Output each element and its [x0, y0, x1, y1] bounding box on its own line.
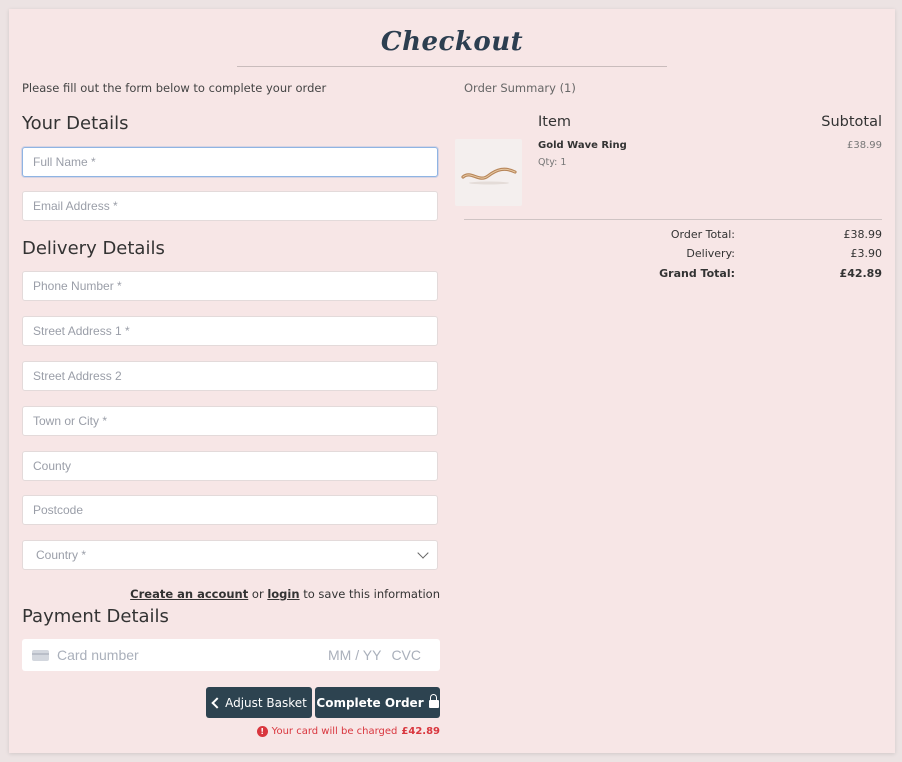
item-column-header: Item	[538, 114, 572, 130]
create-account-link[interactable]: Create an account	[130, 587, 248, 601]
charge-text: Your card will be charged	[271, 726, 398, 737]
complete-order-label: Complete Order	[316, 695, 424, 710]
credit-card-icon	[32, 649, 49, 661]
checkout-card: Checkout Please fill out the form below …	[9, 9, 895, 753]
charge-amount: £42.89	[401, 726, 440, 737]
chevron-down-icon	[417, 547, 429, 559]
country-select-value: Country *	[36, 548, 87, 562]
exclamation-icon: !	[256, 726, 268, 737]
page-title: Checkout	[380, 27, 524, 57]
street-address-1-field[interactable]	[22, 316, 438, 346]
grand-total-label: Grand Total:	[659, 267, 735, 280]
order-total-label: Order Total:	[670, 228, 735, 241]
ring-image	[461, 167, 517, 185]
charge-notice: ! Your card will be charged £42.89	[256, 726, 440, 737]
subtotal-column-header: Subtotal	[821, 114, 882, 130]
complete-order-button[interactable]: Complete Order	[315, 687, 440, 718]
intro-text: Please fill out the form below to comple…	[22, 81, 327, 95]
card-expiry-placeholder: MM / YY	[328, 647, 382, 663]
full-name-field[interactable]	[22, 147, 438, 177]
item-name: Gold Wave Ring	[538, 140, 627, 151]
card-cvc-placeholder: CVC	[391, 647, 421, 663]
save-info-line: Create an account or login to save this …	[130, 587, 440, 601]
lock-icon	[428, 694, 439, 708]
order-summary-heading: Order Summary (1)	[464, 81, 576, 95]
product-thumbnail[interactable]	[455, 139, 522, 206]
adjust-basket-label: Adjust Basket	[225, 695, 307, 710]
county-field[interactable]	[22, 451, 438, 481]
title-divider	[237, 66, 667, 67]
grand-total-value: £42.89	[839, 267, 882, 280]
chevron-left-icon	[211, 696, 223, 709]
card-input[interactable]: Card number MM / YY CVC	[22, 639, 440, 671]
summary-divider	[464, 219, 882, 220]
country-select[interactable]: Country *	[22, 540, 438, 570]
delivery-details-heading: Delivery Details	[22, 238, 165, 259]
delivery-label: Delivery:	[686, 247, 735, 260]
delivery-value: £3.90	[850, 247, 883, 260]
payment-details-heading: Payment Details	[22, 606, 169, 627]
save-info-suffix: to save this information	[303, 587, 440, 601]
email-field[interactable]	[22, 191, 438, 221]
or-text: or	[251, 587, 264, 601]
adjust-basket-button[interactable]: Adjust Basket	[206, 687, 312, 718]
postcode-field[interactable]	[22, 495, 438, 525]
town-city-field[interactable]	[22, 406, 438, 436]
login-link[interactable]: login	[267, 587, 299, 601]
order-total-value: £38.99	[843, 228, 883, 241]
your-details-heading: Your Details	[22, 113, 129, 134]
item-price: £38.99	[847, 140, 882, 151]
street-address-2-field[interactable]	[22, 361, 438, 391]
item-qty: Qty: 1	[538, 157, 567, 168]
card-number-placeholder: Card number	[57, 647, 139, 663]
phone-field[interactable]	[22, 271, 438, 301]
